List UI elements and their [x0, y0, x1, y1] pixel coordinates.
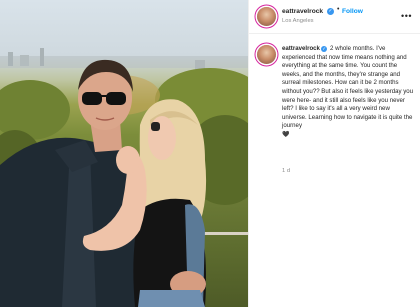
location-link[interactable]: Los Angeles — [282, 18, 314, 24]
post-photo[interactable] — [0, 0, 248, 307]
post-header: eattravelrock ✓ • Follow Los Angeles ••• — [249, 0, 420, 34]
caption-username[interactable]: eattravelrock — [282, 45, 320, 52]
caption-avatar[interactable] — [257, 45, 276, 64]
post-timestamp[interactable]: 1 d — [282, 168, 290, 174]
profile-avatar[interactable] — [257, 7, 276, 26]
post-sidebar: eattravelrock ✓ • Follow Los Angeles •••… — [249, 0, 420, 307]
more-options-icon[interactable]: ••• — [401, 11, 412, 21]
black-heart-emoji: 🖤 — [282, 131, 290, 138]
verified-badge-icon: ✓ — [320, 46, 328, 53]
caption-text: 2 whole months. I've experienced that no… — [282, 45, 414, 130]
verified-badge-icon: ✓ — [327, 8, 334, 15]
post-caption: eattravelrock ✓ 2 whole months. I've expe… — [282, 45, 414, 140]
header-username[interactable]: eattravelrock — [282, 8, 323, 15]
header-separator: • — [337, 6, 340, 13]
follow-button[interactable]: Follow — [342, 8, 363, 15]
